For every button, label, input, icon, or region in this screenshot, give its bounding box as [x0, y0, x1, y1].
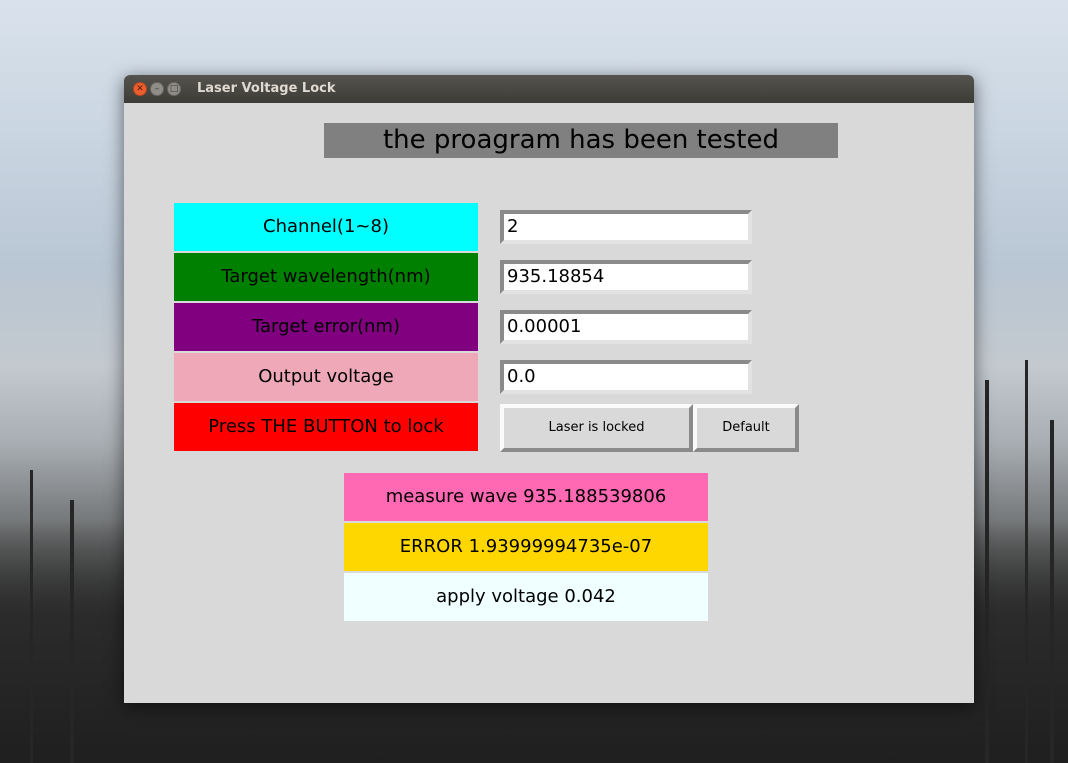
- title-bar: ✕ – □ Laser Voltage Lock: [124, 75, 974, 103]
- close-icon[interactable]: ✕: [133, 82, 147, 96]
- laser-lock-button[interactable]: Laser is locked: [500, 404, 693, 452]
- apply-voltage-status: apply voltage 0.042: [344, 573, 708, 621]
- default-button[interactable]: Default: [693, 404, 799, 452]
- window-content: the proagram has been tested Channel(1~8…: [124, 103, 974, 703]
- output-voltage-input[interactable]: 0.0: [500, 360, 752, 394]
- channel-input[interactable]: 2: [500, 210, 752, 244]
- error-status: ERROR 1.93999994735e-07: [344, 523, 708, 571]
- target-wavelength-label: Target wavelength(nm): [174, 253, 478, 301]
- minimize-icon[interactable]: –: [150, 82, 164, 96]
- page-heading: the proagram has been tested: [324, 123, 838, 158]
- window-title: Laser Voltage Lock: [197, 81, 336, 96]
- channel-label: Channel(1~8): [174, 203, 478, 251]
- maximize-icon[interactable]: □: [167, 82, 181, 96]
- press-button-label: Press THE BUTTON to lock: [174, 403, 478, 451]
- target-error-label: Target error(nm): [174, 303, 478, 351]
- target-error-input[interactable]: 0.00001: [500, 310, 752, 344]
- output-voltage-label: Output voltage: [174, 353, 478, 401]
- measure-wave-status: measure wave 935.188539806: [344, 473, 708, 521]
- app-window: ✕ – □ Laser Voltage Lock the proagram ha…: [124, 75, 974, 703]
- target-wavelength-input[interactable]: 935.18854: [500, 260, 752, 294]
